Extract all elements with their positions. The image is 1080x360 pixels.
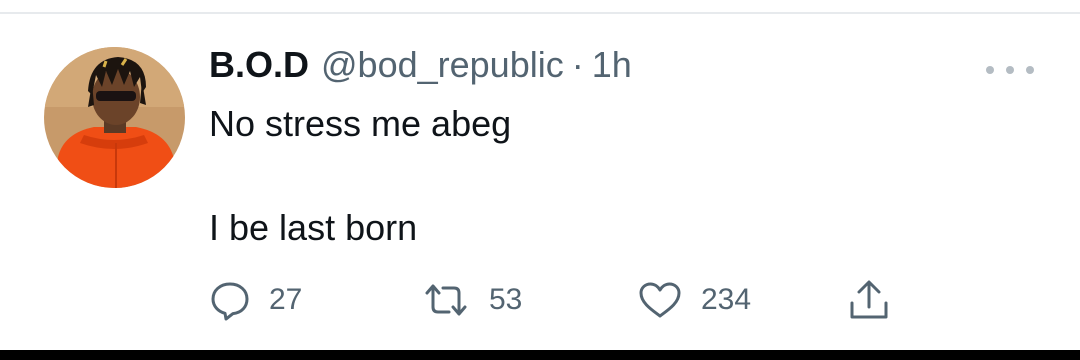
more-dot xyxy=(1006,66,1014,74)
share-icon xyxy=(850,280,888,319)
bottom-edge xyxy=(0,350,1080,360)
share-button[interactable] xyxy=(847,274,891,326)
more-options-icon[interactable] xyxy=(986,60,1034,80)
timestamp[interactable]: 1h xyxy=(592,44,632,86)
tweet-text-line: I be last born xyxy=(209,207,418,248)
like-count: 234 xyxy=(701,283,752,316)
avatar[interactable] xyxy=(44,47,185,188)
tweet-text: No stress me abeg I be last born xyxy=(209,100,969,252)
user-handle[interactable]: @bod_republic xyxy=(321,44,564,86)
retweet-button[interactable]: 53 xyxy=(421,274,522,326)
reply-button[interactable]: 27 xyxy=(209,274,302,326)
display-name[interactable]: B.O.D xyxy=(209,44,309,86)
more-dot xyxy=(1026,66,1034,74)
tweet-header: B.O.D @bod_republic · 1h xyxy=(209,44,632,88)
separator-dot: · xyxy=(571,44,584,85)
reply-count: 27 xyxy=(269,283,303,316)
retweet-icon xyxy=(425,284,467,316)
tweet-text-line: No stress me abeg xyxy=(209,103,512,144)
heart-icon xyxy=(639,282,681,318)
action-bar: 27 53 234 xyxy=(209,274,909,326)
reply-icon xyxy=(211,282,249,321)
more-dot xyxy=(986,66,994,74)
tweet[interactable]: B.O.D @bod_republic · 1h No stress me ab… xyxy=(0,14,1080,350)
avatar-image xyxy=(44,47,185,188)
retweet-count: 53 xyxy=(489,283,523,316)
like-button[interactable]: 234 xyxy=(637,274,751,326)
